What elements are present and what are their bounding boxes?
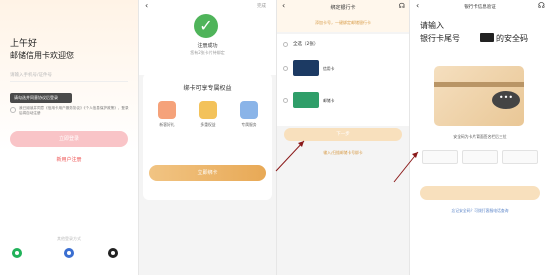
alt-login-icon[interactable] (64, 248, 74, 258)
card-list: 全选（2张） 信用卡 邮储卡 (277, 34, 409, 126)
success-status: 注册成功 (197, 43, 218, 49)
register-link[interactable]: 新用户注册 (0, 156, 138, 163)
wechat-icon[interactable] (12, 248, 22, 258)
cvv-digit-box[interactable] (502, 150, 538, 164)
done-button[interactable]: 完成 (257, 3, 266, 9)
card-label: 信用卡 (323, 66, 335, 71)
select-all-label: 全选（2张） (293, 42, 319, 47)
bind-success-screen: ‹ 完成 ✓ 注册成功 您有2张卡片待绑定 绑卡可享专属权益 新客好礼 多重权益… (139, 0, 276, 275)
pending-hint: 您有2张卡片待绑定 (190, 50, 225, 55)
select-all-radio[interactable] (283, 42, 288, 47)
card-thumbnail (293, 92, 319, 108)
verify-heading-suffix: 的安全码 (496, 34, 528, 43)
verify-heading-prefix: 银行卡尾号 (420, 34, 460, 43)
benefit-item[interactable]: 新客好礼 (149, 101, 185, 128)
greeting-text: 上午好 (10, 39, 38, 49)
gift-icon (158, 101, 176, 119)
welcome-title: 邮储信用卡欢迎您 (10, 51, 74, 60)
cvv-description: 安全码为卡片背面签名栏后三位 (453, 134, 507, 139)
benefit-label: 多重权益 (200, 122, 216, 127)
login-screen: 上午好 邮储信用卡欢迎您 请输入手机号/证件号 请勾选并同意协议后登录 我已阅读… (0, 0, 138, 275)
masked-card-number (480, 33, 494, 42)
cvv-input[interactable] (422, 150, 538, 164)
annotation-arrow (275, 140, 305, 172)
card-row[interactable]: 邮储卡 (283, 92, 403, 112)
select-all-row[interactable]: 全选（2张） (283, 41, 403, 49)
other-login-label: 其他登录方式 (57, 236, 81, 241)
headset-icon[interactable]: ☊ (399, 2, 405, 10)
dots-icon: ••• (492, 91, 520, 109)
benefit-item[interactable]: 多重权益 (190, 101, 226, 128)
login-button[interactable]: 立即登录 (10, 131, 128, 147)
verify-heading: 请输入 (420, 21, 444, 30)
annotation-arrow (393, 151, 419, 183)
cvv-digit-box[interactable] (462, 150, 498, 164)
page-title: 银行卡信息验证 (464, 5, 496, 10)
agreement-tooltip: 请勾选并同意协议后登录 (10, 93, 72, 103)
card-back-illustration: ••• (434, 66, 524, 126)
service-icon (240, 101, 258, 119)
bind-subtitle: 添加卡号，一键绑定邮储银行卡 (315, 20, 371, 25)
bind-card-button[interactable]: 立即绑卡 (149, 165, 266, 181)
face-id-icon[interactable] (108, 248, 118, 258)
back-arrow-icon[interactable]: ‹ (145, 1, 148, 10)
cvv-digit-box[interactable] (422, 150, 458, 164)
page-title: 绑定银行卡 (330, 5, 356, 11)
card-row[interactable]: 信用卡 (283, 60, 403, 80)
card-thumbnail (293, 60, 319, 76)
check-circle-icon: ✓ (194, 14, 218, 38)
help-link[interactable]: 忘记安全码？可拨打客服电话查询 (410, 208, 550, 214)
rights-title: 绑卡可享专属权益 (183, 85, 232, 92)
confirm-button[interactable] (420, 186, 540, 200)
agreement-text[interactable]: 我已阅读并同意《信用卡用户服务协议》《个人信息保护政策》，登录后将自动注册 (19, 106, 129, 116)
agreement-checkbox[interactable] (10, 107, 16, 113)
benefit-label: 新客好礼 (159, 122, 175, 127)
card-radio[interactable] (283, 66, 288, 71)
benefit-label: 专属服务 (241, 122, 257, 127)
diamond-icon (199, 101, 217, 119)
card-radio[interactable] (283, 98, 288, 103)
benefit-item[interactable]: 专属服务 (231, 101, 267, 128)
phone-input[interactable]: 请输入手机号/证件号 (10, 70, 128, 82)
card-label: 邮储卡 (323, 98, 335, 103)
headset-icon[interactable]: ☊ (538, 1, 545, 10)
magnetic-stripe (434, 82, 524, 87)
verify-screen: ‹ 银行卡信息验证 ☊ 请输入 银行卡尾号 的安全码 ••• 安全码为卡片背面签… (410, 0, 550, 275)
